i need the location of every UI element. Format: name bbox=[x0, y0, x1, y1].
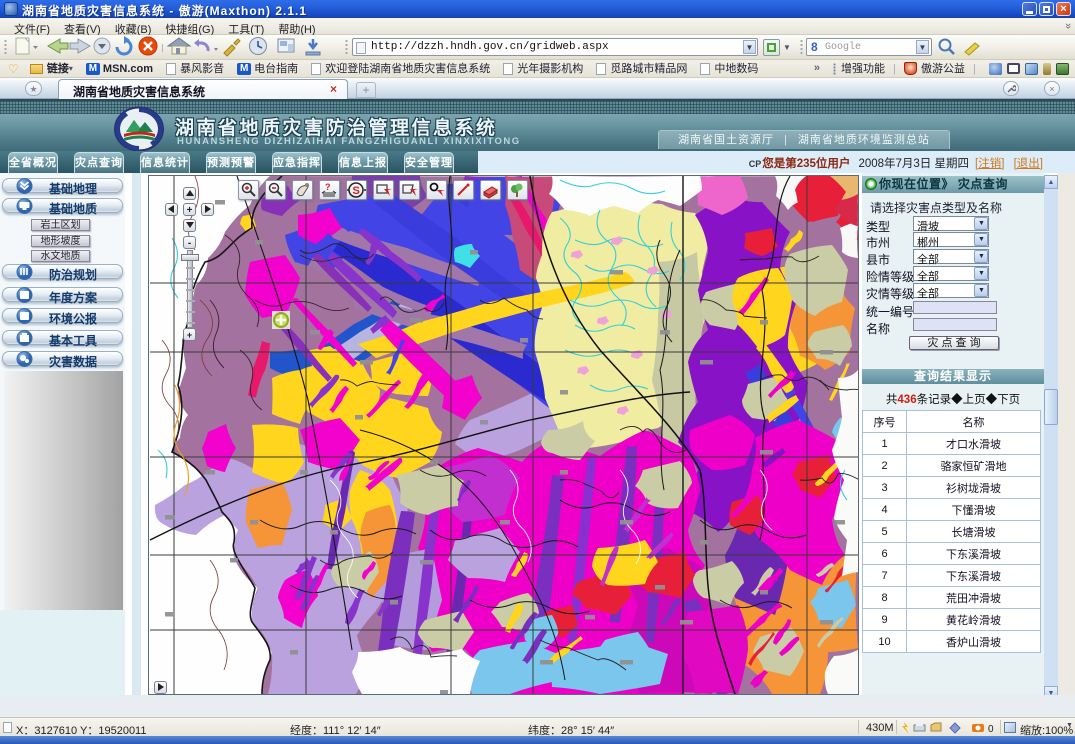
svg-text:S: S bbox=[353, 185, 360, 197]
svg-text:?: ? bbox=[325, 182, 331, 192]
svg-text:0: 0 bbox=[988, 724, 994, 735]
